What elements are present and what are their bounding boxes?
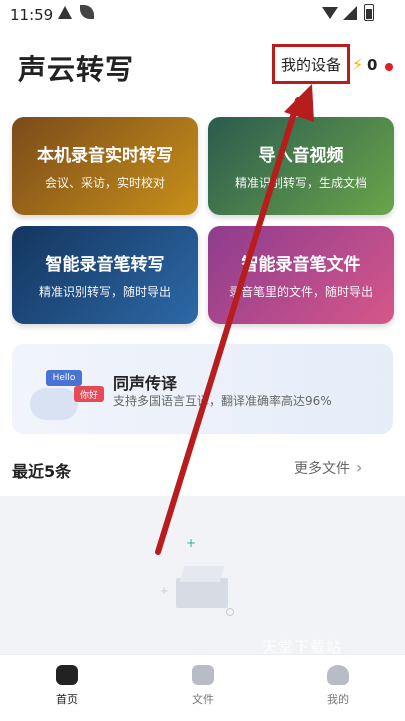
local-record-card[interactable]: 本机录音实时转写 会议、采访，实时校对 xyxy=(12,117,198,215)
card-title: 智能录音笔文件 xyxy=(241,255,361,275)
sparkle-icon: + xyxy=(186,536,197,550)
card-subtitle: 会议、采访，实时校对 xyxy=(44,176,165,190)
wifi-icon xyxy=(322,7,338,19)
leaf-icon xyxy=(80,5,94,19)
nihao-bubble: 你好 xyxy=(74,386,104,402)
card-title: 智能录音笔转写 xyxy=(45,255,165,275)
import-media-card[interactable]: 导入音视频 精准识别转写，生成文档 xyxy=(208,117,394,215)
battery-icon xyxy=(364,4,374,21)
sparkle-icon: + xyxy=(160,586,169,597)
my-device-button[interactable]: 我的设备 xyxy=(272,44,350,84)
status-bar: 11:59 xyxy=(0,0,405,30)
notification-dot xyxy=(385,63,393,71)
warning-icon xyxy=(58,6,72,19)
empty-box-icon xyxy=(176,560,228,608)
status-time: 11:59 xyxy=(10,6,54,24)
folder-icon xyxy=(192,665,214,685)
translation-subtitle: 支持多国语言互译，翻译准确率高达96% xyxy=(113,394,332,408)
more-files-label: 更多文件 xyxy=(294,461,350,477)
card-subtitle: 精准识别转写，随时导出 xyxy=(38,285,171,299)
nav-me[interactable]: 我的 xyxy=(308,665,368,707)
user-icon xyxy=(327,665,349,685)
home-icon xyxy=(56,665,78,685)
signal-icon xyxy=(343,6,357,20)
hello-bubble: Hello xyxy=(46,370,82,386)
chevron-right-icon: › xyxy=(356,458,363,477)
nav-home[interactable]: 首页 xyxy=(37,665,97,707)
nav-label: 首页 xyxy=(56,693,78,706)
recent-section-title: 最近5条 xyxy=(12,462,72,481)
card-title: 本机录音实时转写 xyxy=(37,146,173,166)
bottom-nav: 首页 文件 我的 xyxy=(0,654,405,721)
lightning-icon[interactable]: ⚡ xyxy=(352,55,363,74)
simultaneous-translation-card[interactable]: Hello 你好 同声传译 支持多国语言互译，翻译准确率高达96% xyxy=(12,344,393,434)
energy-count: 0 xyxy=(367,56,378,74)
cloud-shape xyxy=(30,388,78,420)
recorder-files-card[interactable]: 智能录音笔文件 录音笔里的文件，随时导出 xyxy=(208,226,394,324)
nav-label: 文件 xyxy=(192,693,214,706)
card-subtitle: 精准识别转写，生成文档 xyxy=(234,176,367,190)
circle-decoration xyxy=(226,608,234,616)
more-files-link[interactable]: 更多文件 › xyxy=(294,458,362,478)
nav-files[interactable]: 文件 xyxy=(173,665,233,707)
translation-title: 同声传译 xyxy=(113,374,178,393)
translation-illustration: Hello 你好 xyxy=(30,358,104,424)
my-device-label: 我的设备 xyxy=(280,55,341,74)
card-title: 导入音视频 xyxy=(258,146,344,166)
app-title: 声云转写 xyxy=(18,53,135,86)
nav-label: 我的 xyxy=(327,693,349,706)
recorder-transcribe-card[interactable]: 智能录音笔转写 精准识别转写，随时导出 xyxy=(12,226,198,324)
card-subtitle: 录音笔里的文件，随时导出 xyxy=(228,285,373,299)
